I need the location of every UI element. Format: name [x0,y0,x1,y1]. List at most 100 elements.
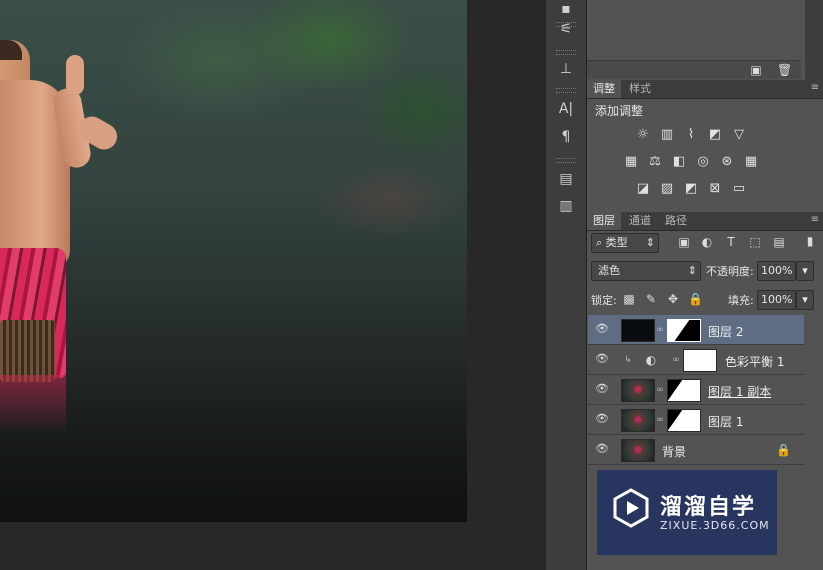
eye-icon[interactable]: 👁 [595,353,609,365]
black-white-icon[interactable]: ◧ [671,155,687,169]
fill-input[interactable]: 100% [757,290,796,310]
layer-name[interactable]: 色彩平衡 1 [725,353,784,370]
photo-filter-icon[interactable]: ◎ [695,155,711,169]
layer-name[interactable]: 图层 1 [708,413,743,430]
adjustments-tabbar: 调整 样式 ≡ [587,80,823,99]
photo-basket [0,320,55,382]
layer-mask-thumbnail[interactable] [667,409,701,432]
document-image[interactable] [0,0,467,522]
layer-thumbnail[interactable] [621,409,655,432]
layer-row-background[interactable]: 👁 背景 🔒 [588,435,804,465]
strip-grip[interactable] [556,50,576,55]
layer-row-color-balance[interactable]: 👁 ↳ ◐ ∞ 色彩平衡 1 [588,345,804,375]
threshold-icon[interactable]: ◩ [683,182,699,196]
info-panel-icon[interactable]: ▤ [556,170,576,188]
layer-row-layer1-copy[interactable]: 👁 ∞ 图层 1 副本 [588,375,804,405]
layer-mask-thumbnail[interactable] [667,379,701,402]
tab-channels[interactable]: 通道 [623,212,657,230]
exposure-icon[interactable]: ◩ [707,128,723,142]
filter-shape-icon[interactable]: ⬚ [748,235,762,249]
curves-icon[interactable]: ⌇ [683,128,699,142]
tab-paths[interactable]: 路径 [659,212,693,230]
layer-thumbnail[interactable] [621,319,655,342]
layer-mask-thumbnail[interactable] [683,349,717,372]
chevron-updown-icon: ⇕ [687,264,697,277]
fill-label: 填充: [728,294,754,307]
link-icon[interactable]: ∞ [672,354,680,366]
eye-icon[interactable]: 👁 [595,383,609,395]
watermark-logo-icon [613,488,649,528]
lock-position-icon[interactable]: ✥ [666,292,680,306]
tab-adjustments[interactable]: 调整 [587,80,621,98]
panel-scrollbar[interactable] [805,0,823,80]
lock-label: 锁定: [591,294,617,307]
channel-mixer-icon[interactable]: ⊛ [719,155,735,169]
lock-transparent-icon[interactable]: ▩ [622,292,636,306]
brightness-icon[interactable]: ☼ [635,128,651,142]
lock-all-icon[interactable]: 🔒 [688,292,703,306]
lock-icon: 🔒 [776,443,791,457]
opacity-dropdown-icon[interactable]: ▾ [796,261,814,281]
gradient-map-icon[interactable]: ▭ [731,182,747,196]
lock-brush-icon[interactable]: ✎ [644,292,658,306]
link-icon[interactable]: ∞ [656,324,664,336]
tab-layers[interactable]: 图层 [587,212,621,230]
link-icon[interactable]: ∞ [656,384,664,396]
history-panel-footer: ▣ 🗑 [587,60,801,79]
photo-reflection [0,375,66,435]
adjust-sliders-icon[interactable]: ⚟ [556,20,576,38]
hue-saturation-icon[interactable]: ▦ [623,155,639,169]
filter-pixel-icon[interactable]: ▣ [677,235,691,249]
opacity-input[interactable]: 100% [757,261,796,281]
levels-icon[interactable]: ▥ [659,128,675,142]
layer-thumbnail[interactable] [621,439,655,462]
posterize-icon[interactable]: ▨ [659,182,675,196]
layer-name[interactable]: 背景 [662,443,686,460]
layer-row-layer1[interactable]: 👁 ∞ 图层 1 [588,405,804,435]
history-brush-icon[interactable]: ▪ [556,0,576,18]
strip-grip[interactable] [556,88,576,93]
search-icon: ⌕ [596,236,603,249]
trash-icon[interactable]: 🗑 [777,63,792,77]
character-icon[interactable]: A| [556,100,576,118]
clipping-arrow-icon: ↳ [624,355,632,365]
watermark-url: ZIXUE.3D66.COM [660,519,770,532]
color-lookup-icon[interactable]: ▦ [743,155,759,169]
blend-mode-select[interactable]: 滤色 ⇕ [591,261,701,281]
watermark-title: 溜溜自学 [660,495,757,520]
layer-thumbnail[interactable] [621,379,655,402]
link-icon[interactable]: ∞ [656,414,664,426]
selective-color-icon[interactable]: ⊠ [707,182,723,196]
eye-icon[interactable]: 👁 [595,413,609,425]
filter-kind-select[interactable]: ⌕ 类型 ⇕ [591,233,659,253]
filter-toggle-icon[interactable]: ▮ [803,234,817,252]
panel-menu-icon[interactable]: ≡ [811,82,819,93]
filter-type-icon[interactable]: T [724,235,738,249]
tab-styles[interactable]: 样式 [623,80,657,98]
filter-smart-object-icon[interactable]: ▤ [772,235,786,249]
layer-row-layer2[interactable]: 👁 ∞ 图层 2 [588,315,804,345]
adjustment-layer-icon[interactable]: ◐ [644,353,658,367]
new-snapshot-icon[interactable]: ▣ [749,63,763,77]
fill-dropdown-icon[interactable]: ▾ [796,290,814,310]
filter-adjustment-icon[interactable]: ◐ [700,235,714,249]
layer-name[interactable]: 图层 2 [708,323,743,340]
layer-mask-thumbnail[interactable] [667,319,701,342]
vibrance-icon[interactable]: ▽ [731,128,747,142]
filter-kind-value: 类型 [605,236,628,249]
blend-mode-value: 滤色 [598,264,620,277]
panel-menu-icon[interactable]: ≡ [811,214,819,225]
opacity-label: 不透明度: [706,265,754,278]
strip-grip[interactable] [556,158,576,163]
eye-icon[interactable]: 👁 [595,323,609,335]
layer-name[interactable]: 图层 1 副本 [708,383,771,400]
notes-icon[interactable]: ▥ [556,197,576,215]
add-adjustment-heading: 添加调整 [595,104,644,118]
eye-icon[interactable]: 👁 [595,443,609,455]
clone-source-icon[interactable]: ⊥ [556,60,576,78]
invert-icon[interactable]: ◪ [635,182,651,196]
color-balance-icon[interactable]: ⚖ [647,155,663,169]
chevron-updown-icon: ⇕ [645,236,655,249]
paragraph-icon[interactable]: ¶ [556,128,576,146]
panel-icon-strip: ▪ ⚟ ⊥ A| ¶ ▤ ▥ [545,0,587,570]
